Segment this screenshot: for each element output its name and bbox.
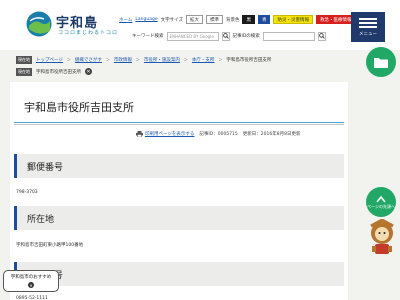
breadcrumb-tag: 現在地 <box>16 67 32 76</box>
title-divider <box>14 122 344 123</box>
page-title: 宇和島市役所吉田支所 <box>24 101 134 114</box>
text-enlarge-button[interactable]: 拡大 <box>185 15 203 24</box>
print-page-link[interactable]: 印刷用ページを表示する <box>145 131 194 137</box>
keyword-search-label: キーワード検索 <box>132 34 164 39</box>
breadcrumb-secondary: 現在地 宇和島市役所吉田支所 ✕ <box>0 66 400 77</box>
printer-icon <box>136 131 143 137</box>
section-heading: 所在地 <box>14 206 344 230</box>
page-top-button[interactable]: ページの先頭へ <box>366 187 396 217</box>
mascot-icon <box>370 219 394 254</box>
folder-icon <box>374 58 388 68</box>
logo-tagline: ココロまじわるトコロ <box>58 30 119 36</box>
emergency-info-button[interactable]: 救急・医療情報 <box>315 15 356 24</box>
address: 宇和島市吉田町東小路甲100番地 <box>16 243 84 248</box>
keyword-search-input[interactable]: ENHANCED BY Google <box>166 31 219 41</box>
close-icon[interactable]: ✕ <box>28 282 34 288</box>
text-size-label: 文字サイズ <box>160 17 183 23</box>
search-icon <box>318 33 325 39</box>
phone-number: 0895-52-1111 <box>16 296 48 300</box>
folder-button[interactable] <box>366 47 396 77</box>
close-icon[interactable]: ✕ <box>85 68 92 75</box>
article-meta: 印刷用ページを表示する 記事ID：0005715 更新日：2016年8月8日更新 <box>136 131 300 137</box>
bg-black-button[interactable]: 黒 <box>242 15 255 24</box>
bg-color-label: 背景色 <box>225 17 240 23</box>
main-content: 宇和島市役所吉田支所 印刷用ページを表示する 記事ID：0005715 更新日：… <box>10 82 348 300</box>
breadcrumb-item[interactable]: 市政情報 <box>114 57 132 63</box>
article-search-button[interactable] <box>317 31 326 41</box>
search-bar: キーワード検索 ENHANCED BY Google 記事IDの検索 <box>132 31 326 41</box>
disaster-info-button[interactable]: 防災・災害情報 <box>273 15 313 24</box>
postal-code: 798-3703 <box>16 190 38 195</box>
breadcrumb-current: 宇和島市役所吉田支所 <box>226 57 272 63</box>
arrow-up-icon <box>376 195 386 202</box>
breadcrumb: 現在地 トップページ ＞ 組織でさがす ＞ 市政情報 ＞ 市役所・施設案内 ＞ … <box>16 55 272 64</box>
breadcrumb-item[interactable]: 本庁・支所 <box>192 57 215 63</box>
bg-blue-button[interactable]: 青 <box>257 15 271 24</box>
text-standard-button[interactable]: 標準 <box>205 15 223 24</box>
hamburger-icon <box>359 17 377 20</box>
site-header: 宇和島 ココロまじわるトコロ ホーム Language 文字サイズ 拡大 標準 … <box>0 0 400 50</box>
article-id: 記事ID：0005715 <box>199 132 238 137</box>
section-heading: 電話番号 <box>14 262 344 286</box>
breadcrumb-item[interactable]: 組織でさがす <box>75 57 102 63</box>
utility-bar: ホーム Language 文字サイズ 拡大 標準 背景色 黒 青 防災・災害情報… <box>119 15 356 24</box>
section-heading: 郵便番号 <box>14 154 344 178</box>
search-icon <box>222 33 229 39</box>
breadcrumb-item[interactable]: トップページ <box>36 57 63 63</box>
language-link[interactable]: Language <box>135 17 157 22</box>
breadcrumb-current: 宇和島市役所吉田支所 <box>36 69 81 75</box>
banner-text: 宇和島市のおすすめ <box>10 275 52 280</box>
article-search-label: 記事IDの検索 <box>232 34 260 39</box>
breadcrumb-item[interactable]: 市役所・施設案内 <box>144 57 180 63</box>
home-link[interactable]: ホーム <box>119 17 132 23</box>
recommend-banner[interactable]: 宇和島市のおすすめ ✕ <box>3 270 59 292</box>
article-id-input[interactable] <box>262 31 315 41</box>
menu-button[interactable]: メニュー <box>351 12 385 42</box>
page-top-label: ページの先頭へ <box>367 203 395 209</box>
updated-date: 更新日：2016年8月8日更新 <box>242 132 301 137</box>
menu-label: メニュー <box>359 31 377 37</box>
city-logo-icon[interactable] <box>26 11 52 37</box>
keyword-search-button[interactable] <box>221 31 230 41</box>
breadcrumb-tag: 現在地 <box>16 55 32 64</box>
